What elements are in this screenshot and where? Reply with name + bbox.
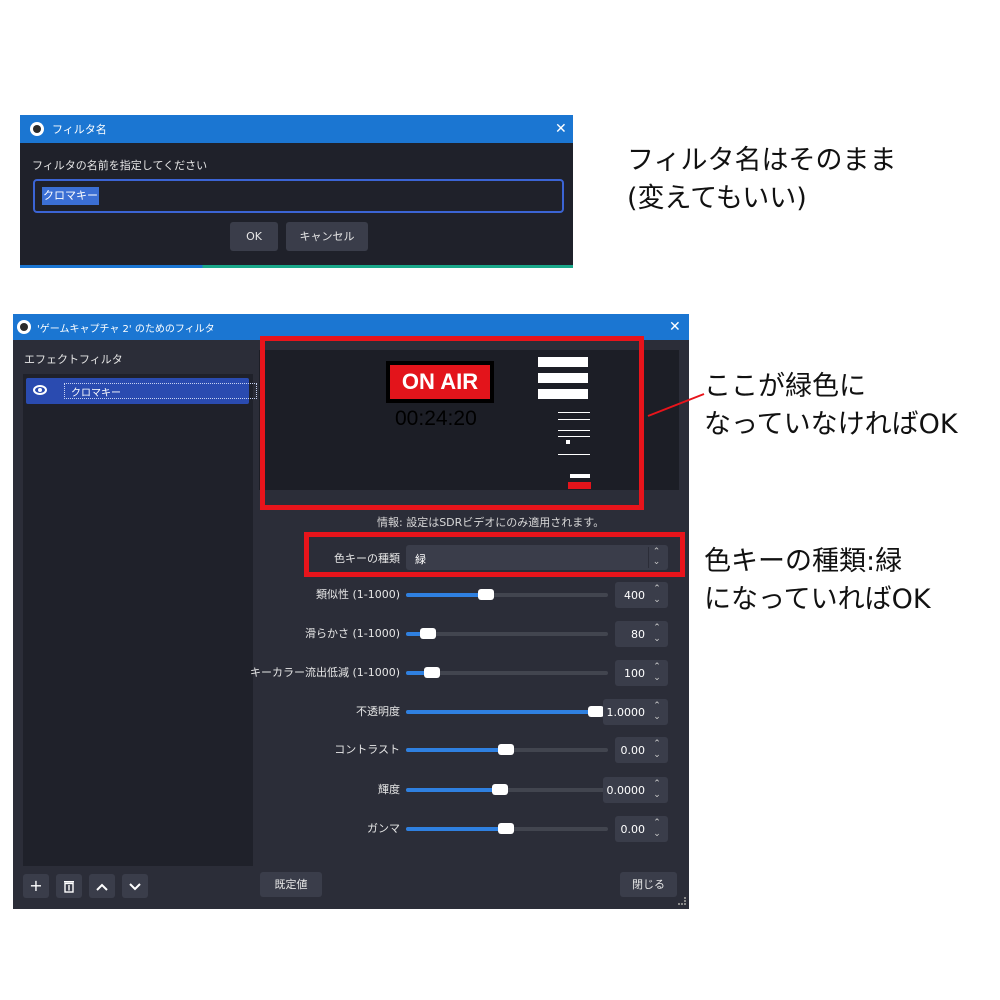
spinbox-value: 0.00	[620, 744, 646, 757]
pointer-line	[647, 393, 705, 417]
value-spinbox[interactable]: 0.00 ⌃ ⌄	[615, 737, 668, 763]
slider-fill	[406, 710, 608, 714]
spin-arrows-icon[interactable]: ⌃ ⌄	[650, 779, 664, 801]
trash-icon	[64, 881, 74, 893]
slider-label: 輝度	[378, 783, 400, 796]
slider-fill	[406, 748, 507, 752]
chevron-down-icon	[129, 883, 141, 891]
value-spinbox[interactable]: 100 ⌃ ⌄	[615, 660, 668, 686]
value-spinbox[interactable]: 1.0000 ⌃ ⌄	[603, 699, 668, 725]
eye-icon[interactable]	[33, 385, 47, 395]
slider-handle[interactable]	[498, 823, 514, 834]
spin-arrows-icon[interactable]: ⌃ ⌄	[650, 623, 664, 645]
remove-filter-button[interactable]	[56, 874, 82, 898]
value-spinbox[interactable]: 400 ⌃ ⌄	[615, 582, 668, 608]
slider-handle[interactable]	[492, 784, 508, 795]
close-button[interactable]: 閉じる	[620, 872, 677, 897]
slider-track[interactable]	[406, 744, 608, 755]
window-accent-line	[20, 265, 573, 268]
slider-fill	[406, 827, 507, 831]
cancel-button[interactable]: キャンセル	[286, 222, 368, 251]
rename-note-line2: (変えてもいい)	[627, 183, 807, 214]
dialog-title: 'ゲームキャプチャ 2' のためのフィルタ	[37, 324, 215, 335]
filter-name-dialog: フィルタ名 ✕ フィルタの名前を指定してください クロマキー OK キャンセル	[20, 115, 573, 268]
spinbox-value: 0.0000	[606, 784, 646, 797]
close-icon[interactable]: ✕	[555, 122, 567, 136]
slider-track[interactable]	[406, 823, 608, 834]
spin-arrows-icon[interactable]: ⌃ ⌄	[650, 818, 664, 840]
key-type-highlight-box	[304, 532, 685, 577]
keytype-note-line1: 色キーの種類:緑	[704, 546, 903, 577]
slider-fill	[406, 788, 501, 792]
keytype-note-line2: になっていればOK	[704, 584, 931, 615]
spinbox-value: 0.00	[620, 823, 646, 836]
slider-label: 不透明度	[356, 705, 400, 718]
filter-list	[23, 374, 253, 866]
add-filter-button[interactable]: +	[23, 874, 49, 898]
spin-arrows-icon[interactable]: ⌃ ⌄	[650, 739, 664, 761]
move-down-button[interactable]	[122, 874, 148, 898]
plus-icon: +	[29, 876, 43, 895]
slider-handle[interactable]	[423, 667, 440, 678]
spinbox-value: 1.0000	[606, 706, 646, 719]
slider-handle[interactable]	[498, 744, 514, 755]
slider-label: ガンマ	[367, 822, 400, 835]
spin-arrows-icon[interactable]: ⌃ ⌄	[650, 662, 664, 684]
slider-handle[interactable]	[588, 706, 604, 717]
value-spinbox[interactable]: 0.00 ⌃ ⌄	[615, 816, 668, 842]
slider-track[interactable]	[406, 628, 608, 639]
preview-note-line1: ここが緑色に	[704, 371, 866, 402]
value-spinbox[interactable]: 0.0000 ⌃ ⌄	[603, 777, 668, 803]
slider-label: キーカラー流出低減 (1-1000)	[249, 666, 400, 679]
preview-note-line2: なっていなければOK	[704, 409, 958, 440]
obs-logo-icon	[30, 122, 44, 136]
obs-logo-icon	[17, 320, 31, 334]
slider-track[interactable]	[406, 784, 608, 795]
dialog-title: フィルタ名	[52, 123, 107, 136]
info-text: 情報: 設定はSDRビデオにのみ適用されます。	[377, 516, 605, 529]
slider-handle[interactable]	[420, 628, 436, 639]
slider-label: 類似性 (1-1000)	[315, 588, 400, 601]
slider-label: 滑らかさ (1-1000)	[304, 627, 400, 640]
spin-arrows-icon[interactable]: ⌃ ⌄	[650, 701, 664, 723]
filter-list-item[interactable]: クロマキー	[26, 378, 257, 404]
spin-arrows-icon[interactable]: ⌃ ⌄	[650, 584, 664, 606]
effect-filters-label: エフェクトフィルタ	[24, 353, 123, 366]
rename-note-line1: フィルタ名はそのまま	[627, 145, 897, 176]
title-bar: フィルタ名 ✕	[20, 115, 573, 143]
slider-fill	[406, 593, 487, 597]
filter-name-field[interactable]: クロマキー	[33, 179, 564, 213]
name-prompt: フィルタの名前を指定してください	[32, 159, 208, 172]
ok-button[interactable]: OK	[230, 222, 278, 251]
value-spinbox[interactable]: 80 ⌃ ⌄	[615, 621, 668, 647]
spinbox-value: 80	[631, 628, 645, 641]
filter-item-label: クロマキー	[71, 388, 121, 399]
reset-defaults-button[interactable]: 既定値	[260, 872, 322, 897]
preview-highlight-box	[260, 336, 644, 510]
slider-track[interactable]	[406, 706, 608, 717]
move-up-button[interactable]	[89, 874, 115, 898]
resize-grip[interactable]	[678, 897, 686, 905]
spinbox-value: 100	[624, 667, 645, 680]
slider-handle[interactable]	[478, 589, 494, 600]
slider-track[interactable]	[406, 667, 608, 678]
slider-label: コントラスト	[334, 743, 400, 756]
spinbox-value: 400	[624, 589, 645, 602]
chevron-up-icon	[96, 883, 108, 891]
close-icon[interactable]: ✕	[669, 320, 681, 334]
filter-name-selection: クロマキー	[42, 187, 99, 205]
slider-track[interactable]	[406, 589, 608, 600]
